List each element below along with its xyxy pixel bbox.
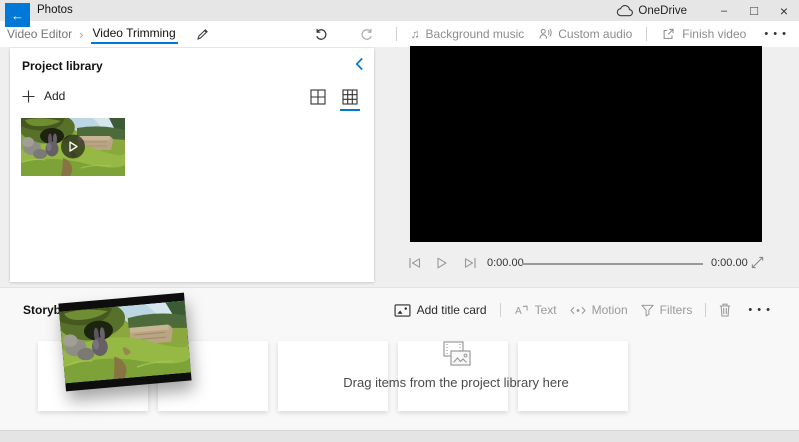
- background-music-button[interactable]: ♫ Background music: [411, 27, 525, 41]
- custom-audio-icon: [538, 27, 552, 41]
- add-media-button[interactable]: Add: [22, 89, 65, 103]
- storyboard-slot-4[interactable]: [398, 341, 508, 411]
- motion-button[interactable]: Motion: [570, 303, 628, 317]
- music-note-icon: ♫: [411, 27, 420, 41]
- dragged-video-thumbnail[interactable]: [58, 293, 191, 392]
- redo-icon: [359, 27, 374, 41]
- finish-video-icon: [661, 27, 676, 41]
- title-card-icon: [394, 304, 411, 317]
- finish-video-button[interactable]: Finish video: [661, 27, 746, 41]
- rename-project-button[interactable]: [195, 27, 210, 42]
- custom-audio-button[interactable]: Custom audio: [538, 27, 632, 41]
- motion-label: Motion: [592, 303, 628, 317]
- previous-frame-button[interactable]: [408, 257, 422, 269]
- toolbar-divider: [646, 27, 647, 41]
- library-view-toggles: [308, 88, 360, 111]
- onedrive-cloud-icon: [616, 5, 633, 17]
- trash-icon: [719, 303, 731, 317]
- svg-text:A: A: [515, 306, 522, 317]
- expand-icon: [751, 256, 764, 269]
- onedrive-button[interactable]: OneDrive: [616, 5, 687, 17]
- close-button[interactable]: ×: [769, 0, 799, 21]
- grid-2x2-icon: [310, 89, 326, 105]
- collapse-library-button[interactable]: [355, 57, 364, 71]
- grid-3x3-icon: [342, 89, 358, 105]
- app-title: Photos: [37, 0, 73, 21]
- toolbar-divider: [705, 303, 706, 317]
- duration-time: 0:00.00: [711, 257, 748, 269]
- play-icon: [436, 257, 448, 269]
- minimize-icon: –: [721, 5, 727, 17]
- undo-icon: [314, 27, 329, 41]
- play-icon: [68, 141, 79, 153]
- background-music-label: Background music: [426, 27, 525, 41]
- pencil-icon: [195, 27, 210, 42]
- finish-video-label: Finish video: [682, 27, 746, 41]
- chevron-left-icon: [355, 57, 364, 71]
- next-frame-icon: [463, 257, 477, 269]
- add-title-card-label: Add title card: [417, 303, 487, 317]
- filters-button[interactable]: Filters: [641, 303, 693, 317]
- toolbar-divider: [500, 303, 501, 317]
- custom-audio-label: Custom audio: [558, 27, 632, 41]
- breadcrumb-chevron-icon: ›: [79, 27, 83, 42]
- storyboard-footer-bar: [0, 430, 799, 442]
- project-library-panel: Project library Add: [10, 48, 374, 282]
- plus-icon: [22, 90, 35, 103]
- small-grid-view-button[interactable]: [340, 88, 360, 111]
- maximize-icon: □: [750, 3, 758, 18]
- seek-bar[interactable]: [522, 263, 703, 265]
- delete-button[interactable]: [719, 303, 731, 317]
- undo-button[interactable]: [306, 27, 337, 41]
- video-preview[interactable]: [410, 46, 762, 242]
- project-library-title: Project library: [22, 59, 103, 73]
- add-title-card-button[interactable]: Add title card: [394, 303, 487, 317]
- previous-frame-icon: [408, 257, 422, 269]
- next-frame-button[interactable]: [463, 257, 477, 269]
- text-button[interactable]: A Text: [514, 303, 557, 317]
- maximize-button[interactable]: □: [739, 0, 769, 21]
- play-button[interactable]: [436, 257, 448, 269]
- command-bar: Video Editor › Video Trimming: [0, 21, 799, 47]
- storyboard-toolbar: Add title card A Text Motion Filters: [394, 300, 775, 320]
- see-more-button[interactable]: • • •: [760, 28, 791, 40]
- onedrive-label: OneDrive: [638, 5, 687, 17]
- storyboard-more-button[interactable]: • • •: [744, 304, 775, 316]
- close-icon: ×: [780, 3, 788, 19]
- expand-preview-button[interactable]: [751, 256, 764, 269]
- photos-app-window: OneDrive – □ × ← Photos Video Editor › V…: [0, 0, 799, 442]
- filters-label: Filters: [660, 303, 693, 317]
- storyboard-slot-5[interactable]: [518, 341, 628, 411]
- redo-button[interactable]: [351, 27, 382, 41]
- play-overlay: [61, 135, 85, 159]
- motion-icon: [570, 305, 586, 316]
- filters-icon: [641, 304, 654, 317]
- text-label: Text: [535, 303, 557, 317]
- text-tool-icon: A: [514, 304, 529, 317]
- elapsed-time: 0:00.00: [487, 257, 524, 269]
- breadcrumb: Video Editor › Video Trimming: [7, 21, 210, 47]
- toolbar-divider: [396, 27, 397, 41]
- breadcrumb-video-editor[interactable]: Video Editor: [7, 27, 72, 41]
- back-button[interactable]: ←: [5, 3, 30, 27]
- back-arrow-icon: ←: [11, 8, 24, 23]
- titlebar: OneDrive – □ ×: [0, 0, 799, 21]
- minimize-button[interactable]: –: [709, 0, 739, 21]
- library-video-thumbnail[interactable]: [21, 118, 125, 176]
- add-label: Add: [44, 89, 65, 103]
- breadcrumb-video-trimming[interactable]: Video Trimming: [91, 24, 178, 44]
- large-grid-view-button[interactable]: [308, 88, 328, 111]
- storyboard-slot-3[interactable]: [278, 341, 388, 411]
